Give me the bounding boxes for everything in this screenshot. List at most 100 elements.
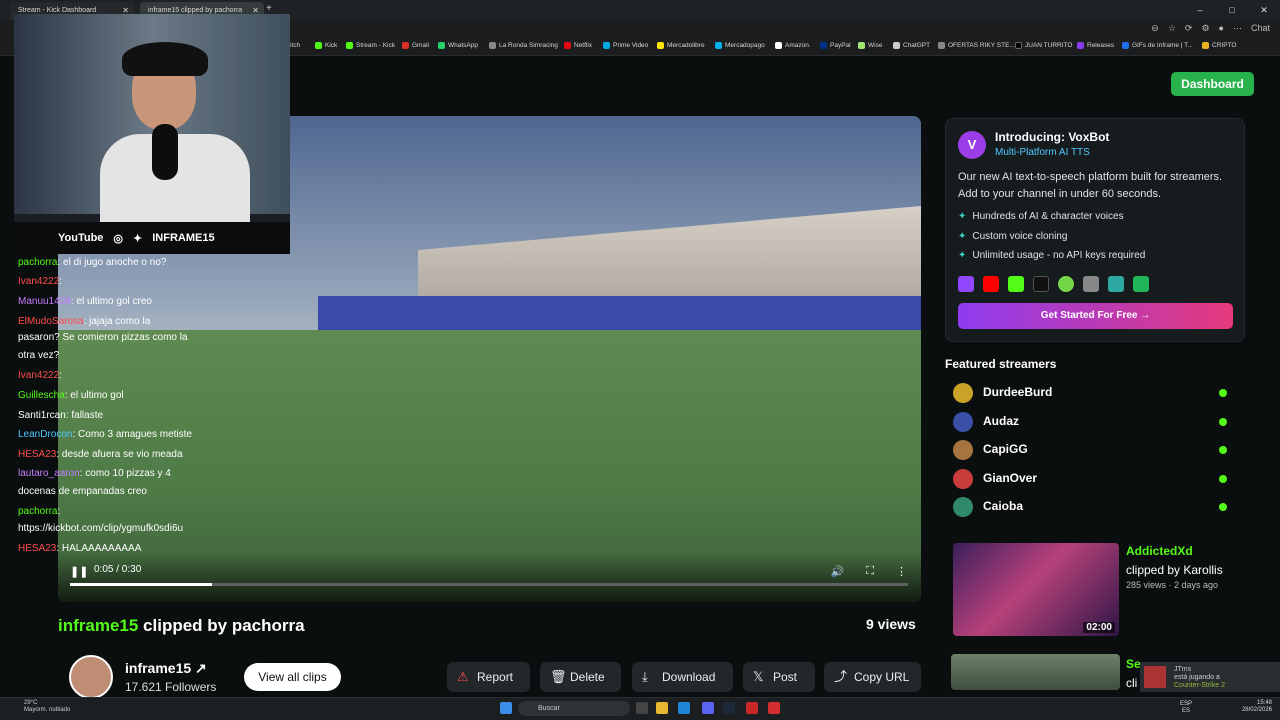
start-icon[interactable] — [500, 702, 512, 714]
chat-text: : HALAAAAAAAAA — [56, 543, 142, 554]
bookmark[interactable]: Kick — [315, 42, 337, 49]
clip-channel[interactable]: AddictedXd — [1126, 544, 1193, 558]
chat-button[interactable]: Chat — [1251, 23, 1270, 34]
live-indicator — [1219, 418, 1227, 426]
kick-icon — [1008, 276, 1024, 292]
star-icon[interactable]: ☆ — [1168, 23, 1176, 34]
app-icon[interactable] — [746, 702, 758, 714]
pause-icon[interactable]: ❚❚ — [70, 565, 88, 578]
app-icon[interactable] — [768, 702, 780, 714]
chat-text: otra vez? — [18, 350, 60, 361]
bookmark[interactable]: CRIPTO — [1202, 42, 1236, 49]
discord-icon[interactable] — [702, 702, 714, 714]
clip-duration: 02:00 — [1083, 622, 1115, 633]
settings-icon[interactable]: ⚙ — [1201, 23, 1209, 34]
featured-streamers-title: Featured streamers — [945, 357, 1057, 371]
bookmark[interactable]: ChatGPT — [893, 42, 930, 49]
edge-icon[interactable] — [678, 702, 690, 714]
avatar[interactable] — [69, 655, 113, 699]
promo-title: Introducing: VoxBot — [995, 130, 1110, 144]
mercadolibre-icon — [657, 42, 664, 49]
bookmark[interactable]: Amazon. — [775, 42, 811, 49]
bookmark[interactable]: itch — [290, 42, 300, 49]
report-button[interactable]: ⚠ Report — [447, 662, 530, 692]
view-all-clips-button[interactable]: View all clips — [244, 663, 341, 691]
x-icon — [1015, 42, 1022, 49]
bookmark[interactable]: WhatsApp — [438, 42, 478, 49]
streamer-item[interactable]: CapiGG — [953, 439, 1233, 461]
dashboard-button[interactable]: Dashboard — [1171, 72, 1254, 96]
chat-user: HESA23 — [18, 543, 57, 554]
external-link-icon[interactable]: ↗ — [195, 660, 207, 676]
language-indicator[interactable]: ESP ES — [1180, 701, 1192, 715]
chat-user: Santi1rcan — [18, 410, 66, 421]
bookmark[interactable]: Stream - Kick — [346, 42, 395, 49]
bookmark[interactable]: GIFs de Inframe | T... — [1122, 42, 1193, 49]
netflix-icon — [564, 42, 571, 49]
delete-button[interactable]: 🗑 Delete — [540, 662, 621, 692]
clip-thumbnail[interactable]: 02:00 — [953, 543, 1119, 636]
bookmark[interactable]: Netflix — [564, 42, 592, 49]
steam-icon[interactable] — [723, 702, 735, 714]
bookmark[interactable]: Mercadolibre — [657, 42, 705, 49]
maximize-button[interactable]: □ — [1216, 0, 1248, 20]
whatsapp-icon — [438, 42, 445, 49]
notification-text: está jugando a — [1174, 674, 1220, 681]
taskbar-search[interactable]: Buscar — [518, 701, 630, 716]
bookmark[interactable]: Gmail — [402, 42, 429, 49]
wise-icon — [858, 42, 865, 49]
avatar — [953, 440, 973, 460]
streamer-item[interactable]: Caioba — [953, 496, 1233, 518]
streamer-item[interactable]: Audaz — [953, 411, 1233, 433]
bookmark[interactable]: OFERTAS RIKY STE... — [938, 42, 1015, 49]
clip-channel-link[interactable]: inframe15 — [58, 616, 138, 635]
notification-title: JTms — [1174, 666, 1192, 673]
streamer-item[interactable]: DurdeeBurd — [953, 382, 1233, 404]
minimize-button[interactable]: – — [1184, 0, 1216, 20]
fullscreen-icon[interactable]: ⛶ — [866, 565, 874, 578]
more-options-icon[interactable]: ⋮ — [896, 565, 907, 578]
chat-user: ElMudoSarosa — [18, 316, 84, 327]
social-handle: INFRAME15 — [152, 232, 215, 244]
chat-text: : — [59, 370, 62, 381]
gmail-icon — [402, 42, 409, 49]
post-button[interactable]: 𝕏 Post — [743, 662, 815, 692]
bookmark[interactable]: Mercadopago — [715, 42, 765, 49]
channel-name[interactable]: inframe15 ↗ — [125, 660, 207, 677]
clip-meta: 285 views · 2 days ago — [1126, 580, 1219, 590]
zoom-icon[interactable]: ⊖ — [1151, 23, 1159, 34]
get-started-button[interactable]: Get Started For Free → — [958, 303, 1233, 329]
streamer-item[interactable]: GianOver — [953, 468, 1233, 490]
chat-message: docenas de empanadas creo — [18, 484, 147, 499]
clip-thumbnail[interactable] — [951, 654, 1120, 690]
prime-icon — [603, 42, 610, 49]
steam-notification[interactable]: JTms está jugando a Counter-Strike 2 — [1140, 662, 1280, 692]
copy-url-button[interactable]: ⤴ Copy URL — [824, 662, 921, 692]
close-window-button[interactable]: ✕ — [1248, 0, 1280, 20]
bookmark[interactable]: Releases — [1077, 42, 1114, 49]
file-explorer-icon[interactable] — [656, 702, 668, 714]
tab-label: inframe15 clipped by pachorra — [148, 7, 243, 14]
menu-icon[interactable]: ⋯ — [1233, 23, 1242, 34]
download-button[interactable]: ⤓ Download — [632, 662, 733, 692]
taskbar-clock[interactable]: 15:48 28/02/2026 — [1234, 700, 1272, 714]
avatar — [1144, 666, 1166, 688]
new-tab-button[interactable]: + — [266, 3, 272, 14]
task-view-icon[interactable] — [636, 702, 648, 714]
tiktok-icon — [1033, 276, 1049, 292]
twitch-icon — [958, 276, 974, 292]
live-indicator — [1219, 475, 1227, 483]
clip-channel[interactable]: Se — [1126, 657, 1141, 671]
progress-bar[interactable] — [70, 583, 908, 586]
refresh-icon[interactable]: ⟳ — [1185, 23, 1193, 34]
weather-widget[interactable]: 29°C Mayorm. nublado — [24, 700, 70, 714]
sparkle-icon: ✦ — [958, 250, 967, 261]
bookmark[interactable]: PayPal — [820, 42, 851, 49]
volume-icon[interactable]: 🔊 — [831, 565, 845, 578]
bookmark[interactable]: La Ronda Simracing — [489, 42, 558, 49]
profile-icon[interactable]: ● — [1219, 23, 1224, 34]
time-display: 0:05 / 0:30 — [94, 564, 142, 575]
bookmark[interactable]: Wise — [858, 42, 882, 49]
bookmark[interactable]: JUAN TURRITO — [1015, 42, 1072, 49]
bookmark[interactable]: Prime Video — [603, 42, 648, 49]
